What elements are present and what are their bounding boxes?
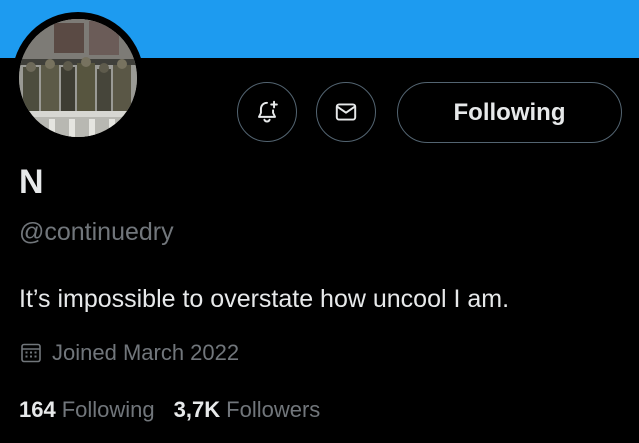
message-button[interactable]: [316, 82, 376, 142]
followers-stat-link[interactable]: 3,7K Followers: [174, 395, 321, 425]
following-count: 164: [19, 397, 56, 422]
followers-label: Followers: [226, 397, 321, 422]
profile-handle: @continuedry: [19, 218, 174, 246]
following-button[interactable]: Following: [397, 82, 622, 143]
profile-stats: 164 Following 3,7K Followers: [19, 395, 320, 425]
following-stat-link[interactable]: 164 Following: [19, 395, 155, 425]
profile-bio: It’s impossible to overstate how uncool …: [19, 285, 510, 313]
profile-page: Following N @continuedry It’s impossible…: [0, 0, 639, 443]
display-name: N: [19, 163, 44, 201]
followers-count: 3,7K: [173, 397, 221, 422]
avatar-image: [19, 19, 137, 137]
notify-button[interactable]: [237, 82, 297, 142]
joined-date: Joined March 2022: [19, 338, 239, 368]
bell-plus-icon: [254, 99, 280, 125]
calendar-icon: [19, 341, 43, 365]
joined-label: Joined March 2022: [52, 340, 240, 365]
avatar[interactable]: [19, 19, 137, 137]
envelope-icon: [333, 99, 359, 125]
following-label: Following: [61, 397, 155, 422]
